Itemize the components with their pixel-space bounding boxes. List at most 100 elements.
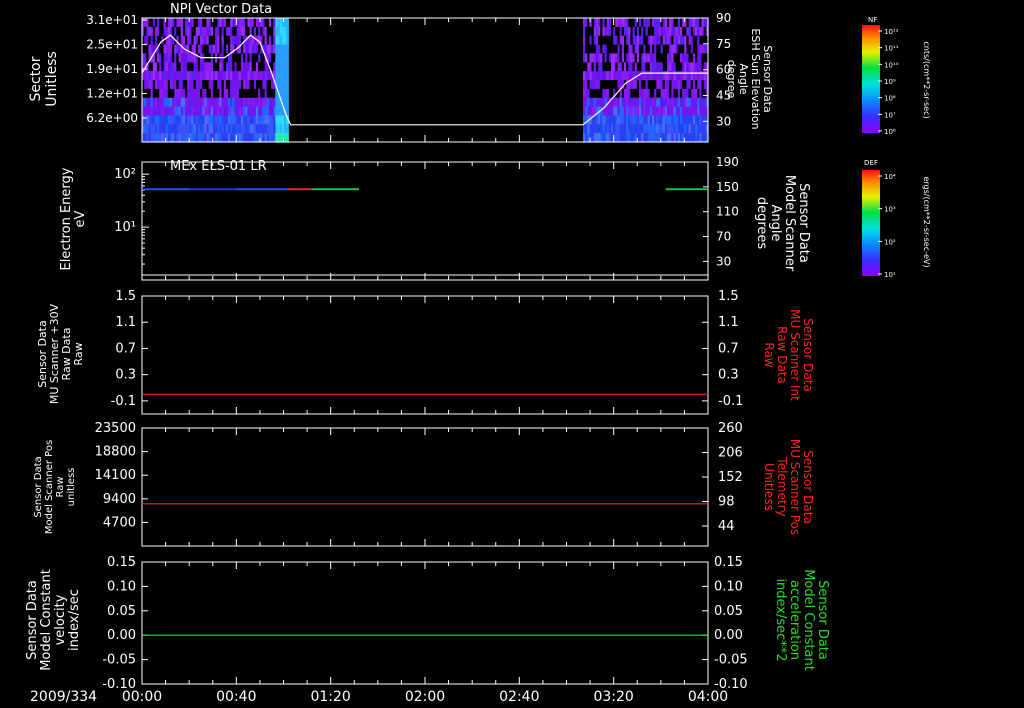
els-energy-band-segment [236, 188, 289, 191]
vel-ytick-label: 0.15 [107, 555, 136, 570]
panel-scanner-pos: Sensor Data Model Scanner Pos Raw unitle… [33, 439, 815, 535]
time-tick-label: 00:40 [216, 689, 256, 705]
mu30v-y2label-line1: Sensor Data [801, 318, 815, 392]
nf-colorbar-tick-label: 10⁹ [884, 78, 896, 86]
vel-ylabel-line1: Sensor Data [25, 580, 40, 660]
npi-heatmap-cell [286, 97, 289, 108]
npi-heatmap-cell [286, 53, 289, 63]
vel-y2tick-label: 0.15 [714, 555, 743, 570]
def-colorbar-tick-label: 10⁴ [884, 173, 896, 181]
npi-heatmap [141, 18, 709, 143]
nf-colorbar-tick-label: 10⁶ [884, 128, 896, 136]
vel-y2tick-label: -0.05 [714, 653, 748, 668]
npi-ylabel-line2: Unitless [44, 51, 60, 107]
vel-ylabel-line4: index/sec [67, 589, 82, 651]
mu30v-y2tick-label: 0.7 [718, 341, 739, 356]
npi-ytick-label: 6.2e+00 [86, 111, 138, 125]
vel-y2label-line1: Sensor Data [815, 580, 830, 660]
pos-ytick-label: 14100 [95, 468, 136, 483]
vel-ytick-label: 0.05 [107, 604, 136, 619]
els-y2label-line3: Angle [768, 205, 783, 242]
panel-npi-title: NPI Vector Data [170, 2, 272, 17]
time-tick-label: 02:00 [405, 689, 445, 705]
npi-y2tick-label: 75 [716, 37, 731, 51]
npi-heatmap-cell [286, 71, 289, 81]
npi-heatmap-cell [286, 18, 289, 28]
pos-y2tick-label: 44 [718, 519, 735, 534]
mu30v-y2label-line4: Raw [762, 342, 776, 367]
def-colorbar-tick-label: 10¹ [884, 271, 896, 279]
panel-frame [141, 295, 709, 415]
time-tick-label: 01:20 [310, 689, 350, 705]
npi-heatmap-cell [286, 133, 289, 143]
nf-colorbar-tick-label: 10⁷ [884, 111, 896, 119]
npi-heatmap-cell [286, 80, 289, 90]
pos-ytick-label: 18800 [95, 445, 136, 460]
nf-colorbar-tick-label: 10¹¹ [884, 45, 899, 53]
vel-ytick-label: -0.10 [102, 677, 136, 692]
vel-y2tick-label: 0.05 [714, 604, 743, 619]
vel-y2tick-label: -0.10 [714, 677, 748, 692]
pos-y2tick-label: 260 [718, 421, 743, 436]
vel-y2tick-label: 0.10 [714, 579, 743, 594]
time-tick-label: 03:20 [593, 689, 633, 705]
pos-y2tick-label: 152 [718, 470, 743, 485]
els-y2tick-label: 70 [716, 230, 731, 244]
els-ytick-label: 10¹ [114, 220, 136, 235]
panel-frame [141, 161, 709, 281]
nf-colorbar-label: NF [868, 16, 877, 24]
mu30v-ytick-label: -0.1 [111, 394, 136, 409]
npi-heatmap-cell [286, 26, 289, 37]
def-colorbar-unit: ergs/(cm**2-sr-sec-eV) [922, 176, 931, 267]
npi-ytick-label: 1.9e+01 [86, 62, 138, 76]
nf-colorbar-gradient [862, 25, 880, 133]
mu30v-ytick-label: 1.5 [115, 289, 136, 304]
panel-frame [141, 561, 709, 685]
vel-ylabel-line2: Model Constant [39, 569, 54, 671]
vel-ytick-label: -0.05 [102, 653, 136, 668]
nf-colorbar-tick-label: 10¹² [884, 28, 899, 36]
nf-colorbar-tick-label: 10⁸ [884, 95, 896, 103]
vel-ytick-label: 0.00 [107, 628, 136, 643]
npi-heatmap-cell [286, 124, 289, 134]
def-colorbar-label: DEF [864, 159, 878, 167]
mu30v-y2tick-label: -0.1 [718, 394, 743, 409]
npi-heatmap-cell [286, 88, 289, 99]
chart-canvas: NPI Vector Data Sector Unitless Sensor D… [25, 2, 931, 705]
els-energy-band-segment [189, 188, 237, 191]
date-label: 2009/334 [30, 689, 97, 705]
mu30v-ytick-label: 1.1 [115, 315, 136, 330]
els-y2tick-label: 190 [716, 155, 739, 169]
pos-y2label-line3: Telemetry [775, 456, 789, 516]
npi-ytick-label: 2.5e+01 [86, 38, 138, 52]
els-y2label-line2: Model Scanner [782, 175, 797, 272]
nf-colorbar-tick-label: 10¹⁰ [884, 61, 899, 69]
els-energy-band-segment [311, 188, 359, 191]
nf-colorbar-unit: cnts/(cm**2-sr-sec) [922, 41, 931, 118]
els-energy-band-segment [288, 188, 312, 191]
els-y2tick-label: 110 [716, 205, 739, 219]
pos-ylabel-line1: Sensor Data [33, 456, 44, 517]
pos-y2label-line1: Sensor Data [801, 450, 815, 524]
vel-y2label-line2: Model Constant [801, 569, 816, 671]
panel-els-title: MEx ELS-01 LR [170, 159, 267, 174]
mu30v-ytick-label: 0.3 [115, 368, 136, 383]
pos-ytick-label: 9400 [103, 492, 136, 507]
npi-heatmap-cell [286, 62, 289, 72]
npi-ytick-label: 3.1e+01 [86, 13, 138, 27]
colorbar-def: DEF ergs/(cm**2-sr-sec-eV) [862, 159, 931, 276]
mu30v-y2label-line2: MU Scanner Int [788, 309, 802, 401]
mu30v-y2tick-label: 1.1 [718, 315, 739, 330]
panel-mu-30v: Sensor Data MU Scanner +30V Raw Data Raw… [36, 303, 815, 404]
pos-ylabel-line4: unitless [66, 468, 77, 507]
vel-y2label-line4: index/sec**2 [773, 578, 788, 661]
els-energy-band-segment [665, 188, 708, 191]
panel-npi-vector: NPI Vector Data Sector Unitless Sensor D… [28, 2, 774, 143]
npi-heatmap-cell [286, 44, 289, 55]
els-y2tick-label: 30 [716, 254, 731, 268]
panel-frame [141, 427, 709, 547]
vel-ylabel-line3: velocity [53, 594, 68, 645]
pos-y2label-line2: MU Scanner Pos [788, 439, 802, 535]
npi-y2tick-label: 45 [716, 89, 731, 103]
pos-y2label-line4: Unitless [762, 463, 776, 511]
